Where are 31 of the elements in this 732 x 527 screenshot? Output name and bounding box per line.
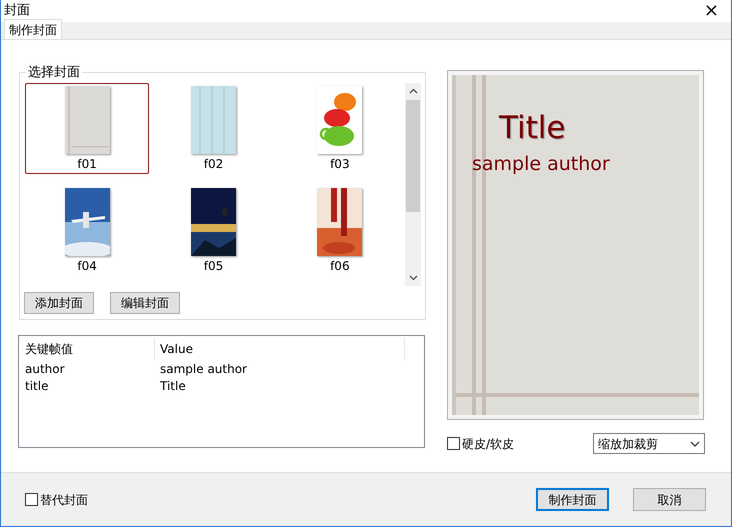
- cover-author: sample author: [472, 155, 610, 174]
- scroll-thumb[interactable]: [406, 100, 420, 212]
- table-cell-text: author: [25, 360, 66, 378]
- checkbox[interactable]: [25, 493, 38, 506]
- table-cell-text: sample author: [159, 360, 247, 378]
- dropdown-caret-icon: [690, 440, 700, 446]
- table-cell-text: title: [25, 378, 50, 394]
- scroll-up-icon[interactable]: [408, 88, 418, 94]
- close-button[interactable]: ×: [700, 2, 723, 20]
- window-title: 封面: [4, 2, 30, 20]
- checkbox-label: 替代封面: [40, 492, 88, 508]
- scale-mode-dropdown[interactable]: 缩放加裁剪: [593, 433, 705, 454]
- cover-item[interactable]: f06: [276, 185, 403, 276]
- cover-item[interactable]: f05: [150, 185, 277, 276]
- cover-item[interactable]: f02: [150, 83, 277, 174]
- tab[interactable]: 制作封面: [4, 19, 62, 39]
- checkbox-label: 硬皮/软皮: [462, 436, 514, 452]
- column-header[interactable]: Value: [155, 338, 405, 360]
- cover-button[interactable]: 编辑封面: [110, 292, 180, 314]
- scrollbar[interactable]: [405, 83, 421, 286]
- dialog-button[interactable]: 制作封面: [536, 488, 609, 511]
- table-cell-text: Title: [159, 378, 186, 394]
- cover-item[interactable]: f01: [25, 83, 150, 174]
- column-header[interactable]: 关键帧值: [25, 338, 155, 360]
- cover-button[interactable]: 添加封面: [24, 292, 94, 314]
- dialog-button[interactable]: 取消: [633, 488, 706, 511]
- cover-item[interactable]: f03: [276, 83, 403, 174]
- checkbox[interactable]: [447, 437, 460, 450]
- cover-title: Title: [499, 113, 566, 144]
- cover-item[interactable]: f04: [25, 185, 150, 276]
- scroll-down-icon[interactable]: [408, 275, 418, 281]
